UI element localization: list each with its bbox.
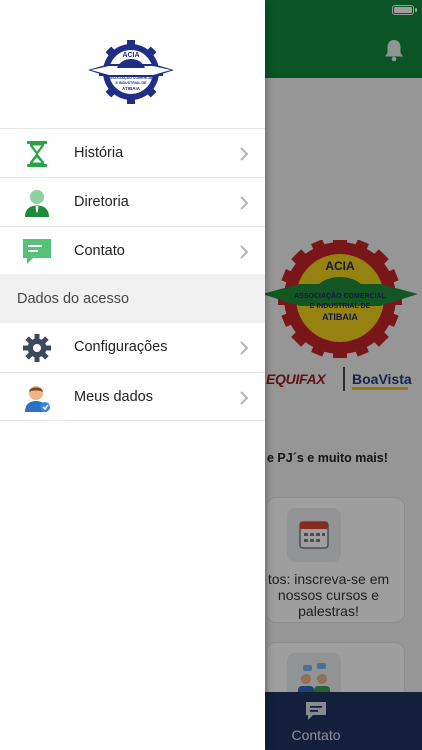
section-header-dados-acesso: Dados do acesso (0, 274, 265, 323)
menu-item-label: Meus dados (74, 389, 153, 405)
logo-line-3: ATIBAIA (122, 86, 141, 91)
menu-item-label: Diretoria (74, 194, 129, 210)
logo-title: ACIA (122, 52, 139, 59)
menu-item-diretoria[interactable]: Diretoria (0, 177, 265, 226)
chat-bubble-icon (23, 239, 51, 264)
chevron-right-icon (240, 147, 249, 161)
chevron-right-icon (240, 245, 249, 259)
menu-item-label: História (74, 145, 124, 161)
menu-item-contato[interactable]: Contato (0, 226, 265, 275)
menu-item-meus-dados[interactable]: Meus dados (0, 372, 265, 421)
menu-item-configuracoes[interactable]: Configurações (0, 323, 265, 372)
drawer-menu-account: Configurações Meus dados (0, 323, 265, 421)
chevron-right-icon (240, 341, 249, 355)
chevron-right-icon (240, 391, 249, 405)
section-header-title: Dados do acesso (17, 291, 130, 307)
logo-line-1: ASSOCIAÇÃO COMERCIAL (107, 75, 155, 80)
side-drawer: ACIA ASSOCIAÇÃO COMERCIAL E INDUSTRIAL D… (0, 0, 265, 750)
user-profile-icon (25, 386, 50, 412)
acia-logo: ACIA ASSOCIAÇÃO COMERCIAL E INDUSTRIAL D… (88, 40, 174, 104)
chevron-right-icon (240, 196, 249, 210)
person-icon (25, 190, 49, 217)
logo-line-2: E INDUSTRIAL DE (115, 81, 147, 85)
menu-item-historia[interactable]: História (0, 128, 265, 177)
menu-divider (0, 420, 265, 421)
gear-icon (23, 334, 51, 362)
menu-item-label: Contato (74, 243, 125, 259)
drawer-menu-main: História Diretoria Contato (0, 128, 265, 275)
menu-item-label: Configurações (74, 339, 168, 355)
hourglass-icon (27, 141, 47, 167)
